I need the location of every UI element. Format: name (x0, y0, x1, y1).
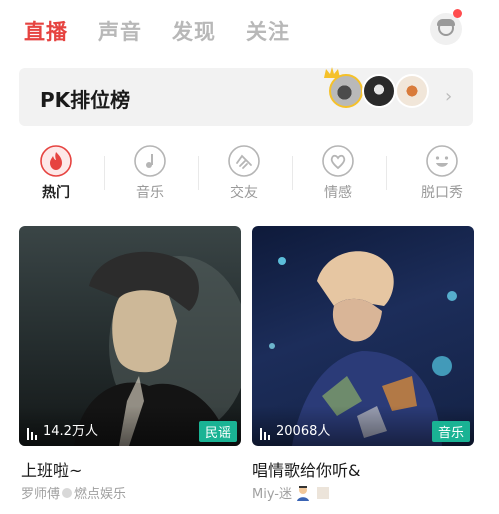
emoji-icon (296, 486, 309, 501)
notification-dot (453, 9, 462, 18)
category-emotion[interactable]: 情感 (298, 144, 378, 201)
divider (198, 156, 199, 190)
host-agency: 燃点娱乐 (74, 487, 127, 502)
category-music[interactable]: 音乐 (110, 144, 190, 201)
smile-icon (426, 145, 458, 177)
fire-icon (40, 145, 72, 177)
music-note-icon (134, 145, 166, 177)
category-label: 情感 (324, 185, 352, 201)
tab-follow[interactable]: 关注 (246, 16, 290, 46)
audio-bars-icon (260, 425, 272, 440)
audio-bars-icon (27, 425, 39, 440)
category-talk-show[interactable]: 脱口秀 (402, 144, 482, 201)
host-name: Miy-迷 (252, 487, 292, 502)
genre-tag: 民谣 (198, 421, 237, 442)
category-label: 音乐 (136, 185, 164, 201)
ranking-avatar-2 (362, 74, 396, 108)
category-label: 脱口秀 (421, 185, 463, 201)
genre-tag: 音乐 (431, 421, 470, 442)
category-label: 热门 (42, 185, 70, 201)
pk-ranking-banner[interactable]: PK排位榜 › (19, 67, 473, 126)
room-title[interactable]: 唱情歌给你听& (252, 457, 360, 481)
heart-icon (322, 145, 354, 177)
listener-count: 14.2万人 (27, 420, 98, 440)
ranking-avatar-3 (395, 74, 429, 108)
live-room-card[interactable]: 20068人 音乐 (252, 226, 474, 446)
divider (386, 156, 387, 190)
category-friends[interactable]: 交友 (204, 144, 284, 201)
category-label: 交友 (230, 185, 258, 201)
badge-icon (316, 487, 329, 499)
category-hot[interactable]: 热门 (16, 144, 96, 201)
host-name: 罗师傅 (21, 487, 61, 502)
tab-discover[interactable]: 发现 (172, 16, 216, 46)
room-title[interactable]: 上班啦~ (21, 457, 82, 481)
divider (292, 156, 293, 190)
host-line: 罗师傅 燃点娱乐 (21, 483, 126, 502)
handshake-icon (228, 145, 260, 177)
top-tab-bar: 直播 声音 发现 关注 (0, 0, 499, 60)
badge-icon (62, 488, 73, 498)
host-line: Miy-迷 (252, 483, 330, 502)
pk-ranking-title: PK排位榜 (40, 88, 131, 112)
tab-audio[interactable]: 声音 (98, 16, 142, 46)
listener-count-text: 20068人 (276, 424, 331, 439)
ranking-avatar-1 (329, 74, 363, 108)
avatar-icon (438, 20, 454, 36)
tab-live[interactable]: 直播 (24, 16, 68, 46)
live-room-card[interactable]: 14.2万人 民谣 (19, 226, 241, 446)
listener-count: 20068人 (260, 420, 330, 440)
listener-count-text: 14.2万人 (43, 424, 98, 439)
divider (104, 156, 105, 190)
chevron-right-icon: › (445, 86, 453, 107)
